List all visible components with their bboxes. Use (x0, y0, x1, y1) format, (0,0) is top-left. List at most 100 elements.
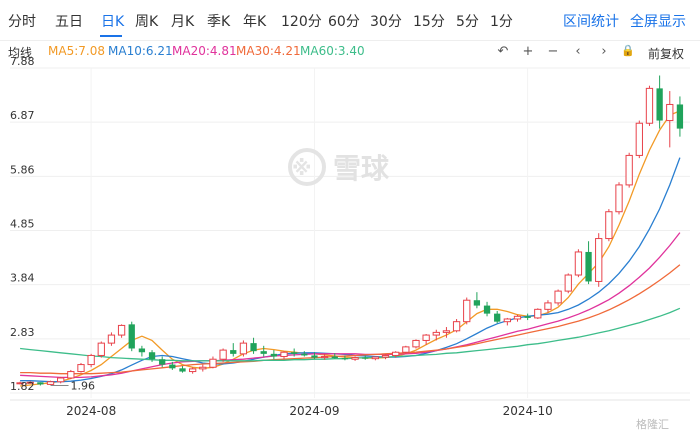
candle-body (503, 318, 511, 323)
candle-up (534, 308, 542, 319)
candle-body (169, 364, 176, 369)
candle-up (189, 367, 197, 374)
candle-down (473, 292, 481, 309)
candle-body (615, 184, 623, 213)
candle-down (179, 366, 186, 373)
candle-up (554, 289, 562, 306)
y-tick-label: 1.82 (10, 380, 35, 393)
candle-body (46, 381, 55, 385)
candle-body (189, 368, 197, 373)
candle-body (463, 299, 471, 323)
candle-body (544, 302, 552, 310)
candle-down (37, 382, 44, 386)
candle-body (179, 368, 186, 372)
y-tick-label: 4.85 (10, 218, 35, 231)
candle-up (209, 356, 217, 369)
grid (10, 67, 690, 398)
candle-body (341, 358, 349, 360)
candle-up (574, 249, 583, 278)
candle-up (544, 300, 552, 313)
candle-down (128, 321, 135, 352)
candle-body (199, 366, 207, 370)
candle-down (656, 75, 663, 129)
watermark-text: 雪球 (333, 152, 390, 185)
candle-up (239, 340, 248, 357)
candle-down (230, 343, 237, 357)
candle-up (412, 339, 420, 349)
candle-body (57, 377, 65, 383)
candle-down (260, 345, 267, 357)
y-axis: 7.88 6.87 5.86 4.85 3.84 2.83 1.82 (10, 55, 35, 393)
candle-body (311, 355, 318, 358)
candle-down (301, 351, 308, 357)
candle-body (585, 251, 592, 282)
candle-up (605, 209, 613, 242)
candle-body (625, 154, 633, 186)
candle-body (442, 330, 451, 333)
candle-body (230, 350, 237, 354)
y-tick-label: 5.86 (10, 163, 35, 176)
candle-body (37, 382, 44, 385)
candle-body (676, 104, 684, 129)
candle-body (97, 342, 105, 356)
candle-body (564, 274, 572, 292)
candle-body (381, 354, 390, 358)
corner-watermark: 格隆汇 (636, 417, 669, 431)
candle-body (483, 305, 491, 314)
candle-body (534, 308, 542, 319)
candle-body (432, 331, 440, 336)
candle-up (77, 362, 85, 373)
candle-body (128, 324, 135, 349)
candle-down (585, 241, 592, 285)
candle-up (371, 356, 380, 361)
candle-body (250, 343, 257, 352)
candle-body (524, 316, 531, 318)
candle-up (513, 314, 522, 322)
candle-up (595, 233, 603, 287)
candle-body (635, 122, 643, 156)
candle-body (351, 357, 359, 360)
candle-up (635, 120, 643, 159)
candle-body (159, 359, 166, 365)
candle-body (605, 211, 613, 240)
candle-up (199, 364, 207, 372)
x-tick-label: 2024-10 (503, 404, 553, 418)
candle-up (666, 91, 674, 148)
candle-up (280, 351, 288, 360)
candle-body (107, 334, 116, 344)
candle-body (270, 353, 278, 357)
watermark-logo-mark: ※ (292, 156, 311, 180)
y-tick-label: 6.87 (10, 109, 35, 122)
candle-body (331, 356, 338, 359)
candle-up (463, 297, 471, 325)
candle-body (117, 324, 126, 336)
candle-up (87, 353, 95, 368)
candle-up (645, 85, 654, 126)
candle-up (402, 345, 410, 354)
candle-body (656, 88, 663, 121)
candle-up (564, 273, 572, 294)
candle-body (473, 300, 481, 306)
candle-up (67, 369, 75, 380)
candle-up (503, 317, 511, 326)
candle-down (676, 96, 684, 137)
candle-down (524, 313, 531, 321)
candle-up (351, 356, 359, 361)
candle-body (666, 103, 674, 122)
candle-body (301, 353, 308, 356)
candle-body (412, 339, 420, 348)
candle-body (494, 313, 501, 322)
candle-body (452, 321, 461, 332)
annotation-label: 1.96 (71, 379, 96, 392)
candle-body (67, 371, 75, 379)
candle-down (494, 310, 501, 324)
candle-body (554, 290, 562, 304)
y-tick-label: 3.84 (10, 272, 35, 285)
candle-up (107, 332, 116, 346)
candle-up (452, 318, 461, 333)
watermark: ※ 雪球 (288, 148, 390, 186)
candle-body (148, 352, 156, 360)
kline-chart[interactable]: ※ 雪球 7.88 6.87 5.86 4.85 3.84 2.83 1.82 2024-0… (0, 0, 700, 433)
candle-body (138, 348, 146, 353)
candle-body (574, 251, 583, 276)
